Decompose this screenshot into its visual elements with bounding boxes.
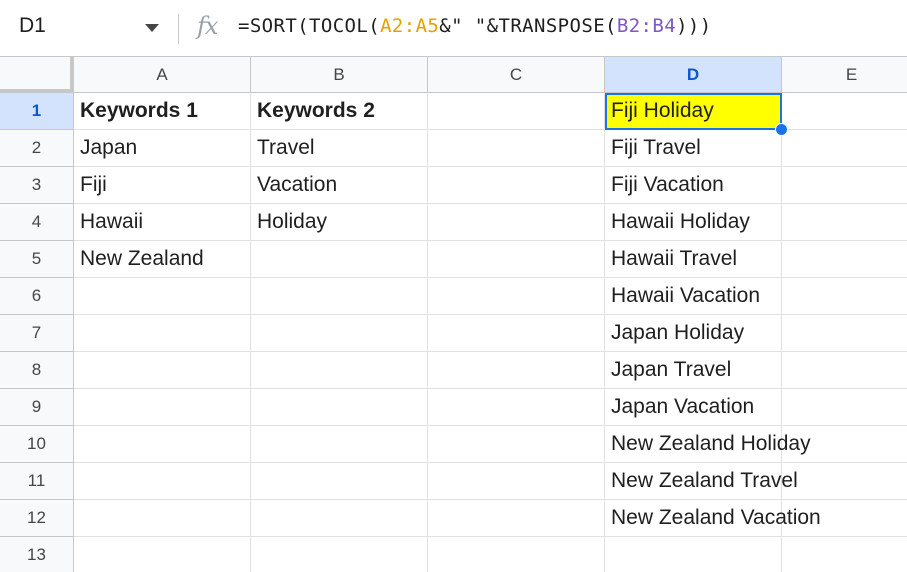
cell-a4[interactable]: Hawaii [74,204,251,241]
cell-a7[interactable] [74,315,251,352]
cell-b13[interactable] [251,537,428,572]
row-header-12[interactable]: 12 [0,500,74,537]
cell-d2[interactable]: Fiji Travel [605,130,782,167]
formula-part: =SORT(TOCOL( [238,15,381,37]
cell-c2[interactable] [428,130,605,167]
row-header-9[interactable]: 9 [0,389,74,426]
cell-a6[interactable] [74,278,251,315]
cell-d3[interactable]: Fiji Vacation [605,167,782,204]
cell-a8[interactable] [74,352,251,389]
cell-e5[interactable] [782,241,907,278]
spreadsheet-app: D1 fx =SORT(TOCOL(A2:A5&" "&TRANSPOSE(B2… [0,0,907,572]
cell-a13[interactable] [74,537,251,572]
cell-b11[interactable] [251,463,428,500]
column-header-b[interactable]: B [251,57,428,93]
cell-e6[interactable] [782,278,907,315]
row-header-1[interactable]: 1 [0,93,74,130]
cell-d9[interactable]: Japan Vacation [605,389,782,426]
cell-b8[interactable] [251,352,428,389]
cell-e7[interactable] [782,315,907,352]
cell-b1[interactable]: Keywords 2 [251,93,428,130]
column-header-d[interactable]: D [605,57,782,93]
cell-c6[interactable] [428,278,605,315]
cell-b5[interactable] [251,241,428,278]
cell-b9[interactable] [251,389,428,426]
formula-range-ref-a: A2:A5 [380,15,440,37]
cell-c3[interactable] [428,167,605,204]
cell-b6[interactable] [251,278,428,315]
cell-d6[interactable]: Hawaii Vacation [605,278,782,315]
cell-c5[interactable] [428,241,605,278]
cell-a11[interactable] [74,463,251,500]
cell-a3[interactable]: Fiji [74,167,251,204]
cell-d12[interactable]: New Zealand Vacation [605,500,821,537]
formula-divider [178,14,179,44]
cell-e12[interactable] [782,500,907,537]
row-header-7[interactable]: 7 [0,315,74,352]
cell-d5[interactable]: Hawaii Travel [605,241,782,278]
column-header-c[interactable]: C [428,57,605,93]
cell-b12[interactable] [251,500,428,537]
cell-c8[interactable] [428,352,605,389]
cell-d7[interactable]: Japan Holiday [605,315,782,352]
cell-a9[interactable] [74,389,251,426]
cell-a2[interactable]: Japan [74,130,251,167]
cell-d10[interactable]: New Zealand Holiday [605,426,811,463]
row-header-13[interactable]: 13 [0,537,74,572]
cell-e13[interactable] [782,537,907,572]
cell-d8[interactable]: Japan Travel [605,352,782,389]
name-box[interactable]: D1 [0,0,172,56]
cell-c7[interactable] [428,315,605,352]
cell-e9[interactable] [782,389,907,426]
formula-part: ))) [676,15,712,37]
row-header-2[interactable]: 2 [0,130,74,167]
row-header-8[interactable]: 8 [0,352,74,389]
cell-b7[interactable] [251,315,428,352]
cell-c12[interactable] [428,500,605,537]
name-box-value: D1 [19,14,46,37]
row-header-6[interactable]: 6 [0,278,74,315]
row-header-3[interactable]: 3 [0,167,74,204]
cell-b2[interactable]: Travel [251,130,428,167]
fill-handle[interactable] [775,123,788,136]
select-all-corner[interactable] [0,57,74,93]
cell-c1[interactable] [428,93,605,130]
cell-e3[interactable] [782,167,907,204]
cell-e1[interactable] [782,93,907,130]
fx-icon: fx [197,12,218,40]
cell-a5[interactable]: New Zealand [74,241,251,278]
cell-b10[interactable] [251,426,428,463]
cell-a12[interactable] [74,500,251,537]
cell-c10[interactable] [428,426,605,463]
column-header-e[interactable]: E [782,57,907,93]
cell-e8[interactable] [782,352,907,389]
cell-e4[interactable] [782,204,907,241]
cell-e11[interactable] [782,463,907,500]
formula-range-ref-b: B2:B4 [616,15,677,37]
cell-c9[interactable] [428,389,605,426]
cell-d1[interactable]: Fiji Holiday [605,93,782,130]
formula-bar: D1 fx =SORT(TOCOL(A2:A5&" "&TRANSPOSE(B2… [0,0,907,57]
cell-c11[interactable] [428,463,605,500]
formula-part: &" "&TRANSPOSE( [439,15,617,37]
row-header-4[interactable]: 4 [0,204,74,241]
cell-c13[interactable] [428,537,605,572]
cell-d4[interactable]: Hawaii Holiday [605,204,782,241]
column-header-a[interactable]: A [74,57,251,93]
cell-d13[interactable] [605,537,782,572]
row-header-10[interactable]: 10 [0,426,74,463]
cell-e2[interactable] [782,130,907,167]
row-header-11[interactable]: 11 [0,463,74,500]
caret-down-icon[interactable] [145,24,159,32]
row-header-5[interactable]: 5 [0,241,74,278]
cell-b3[interactable]: Vacation [251,167,428,204]
cell-e10[interactable] [782,426,907,463]
cell-c4[interactable] [428,204,605,241]
cell-a10[interactable] [74,426,251,463]
cell-d11[interactable]: New Zealand Travel [605,463,798,500]
formula-input[interactable]: =SORT(TOCOL(A2:A5&" "&TRANSPOSE(B2:B4))) [238,15,712,37]
cell-a1[interactable]: Keywords 1 [74,93,251,130]
cell-b4[interactable]: Holiday [251,204,428,241]
